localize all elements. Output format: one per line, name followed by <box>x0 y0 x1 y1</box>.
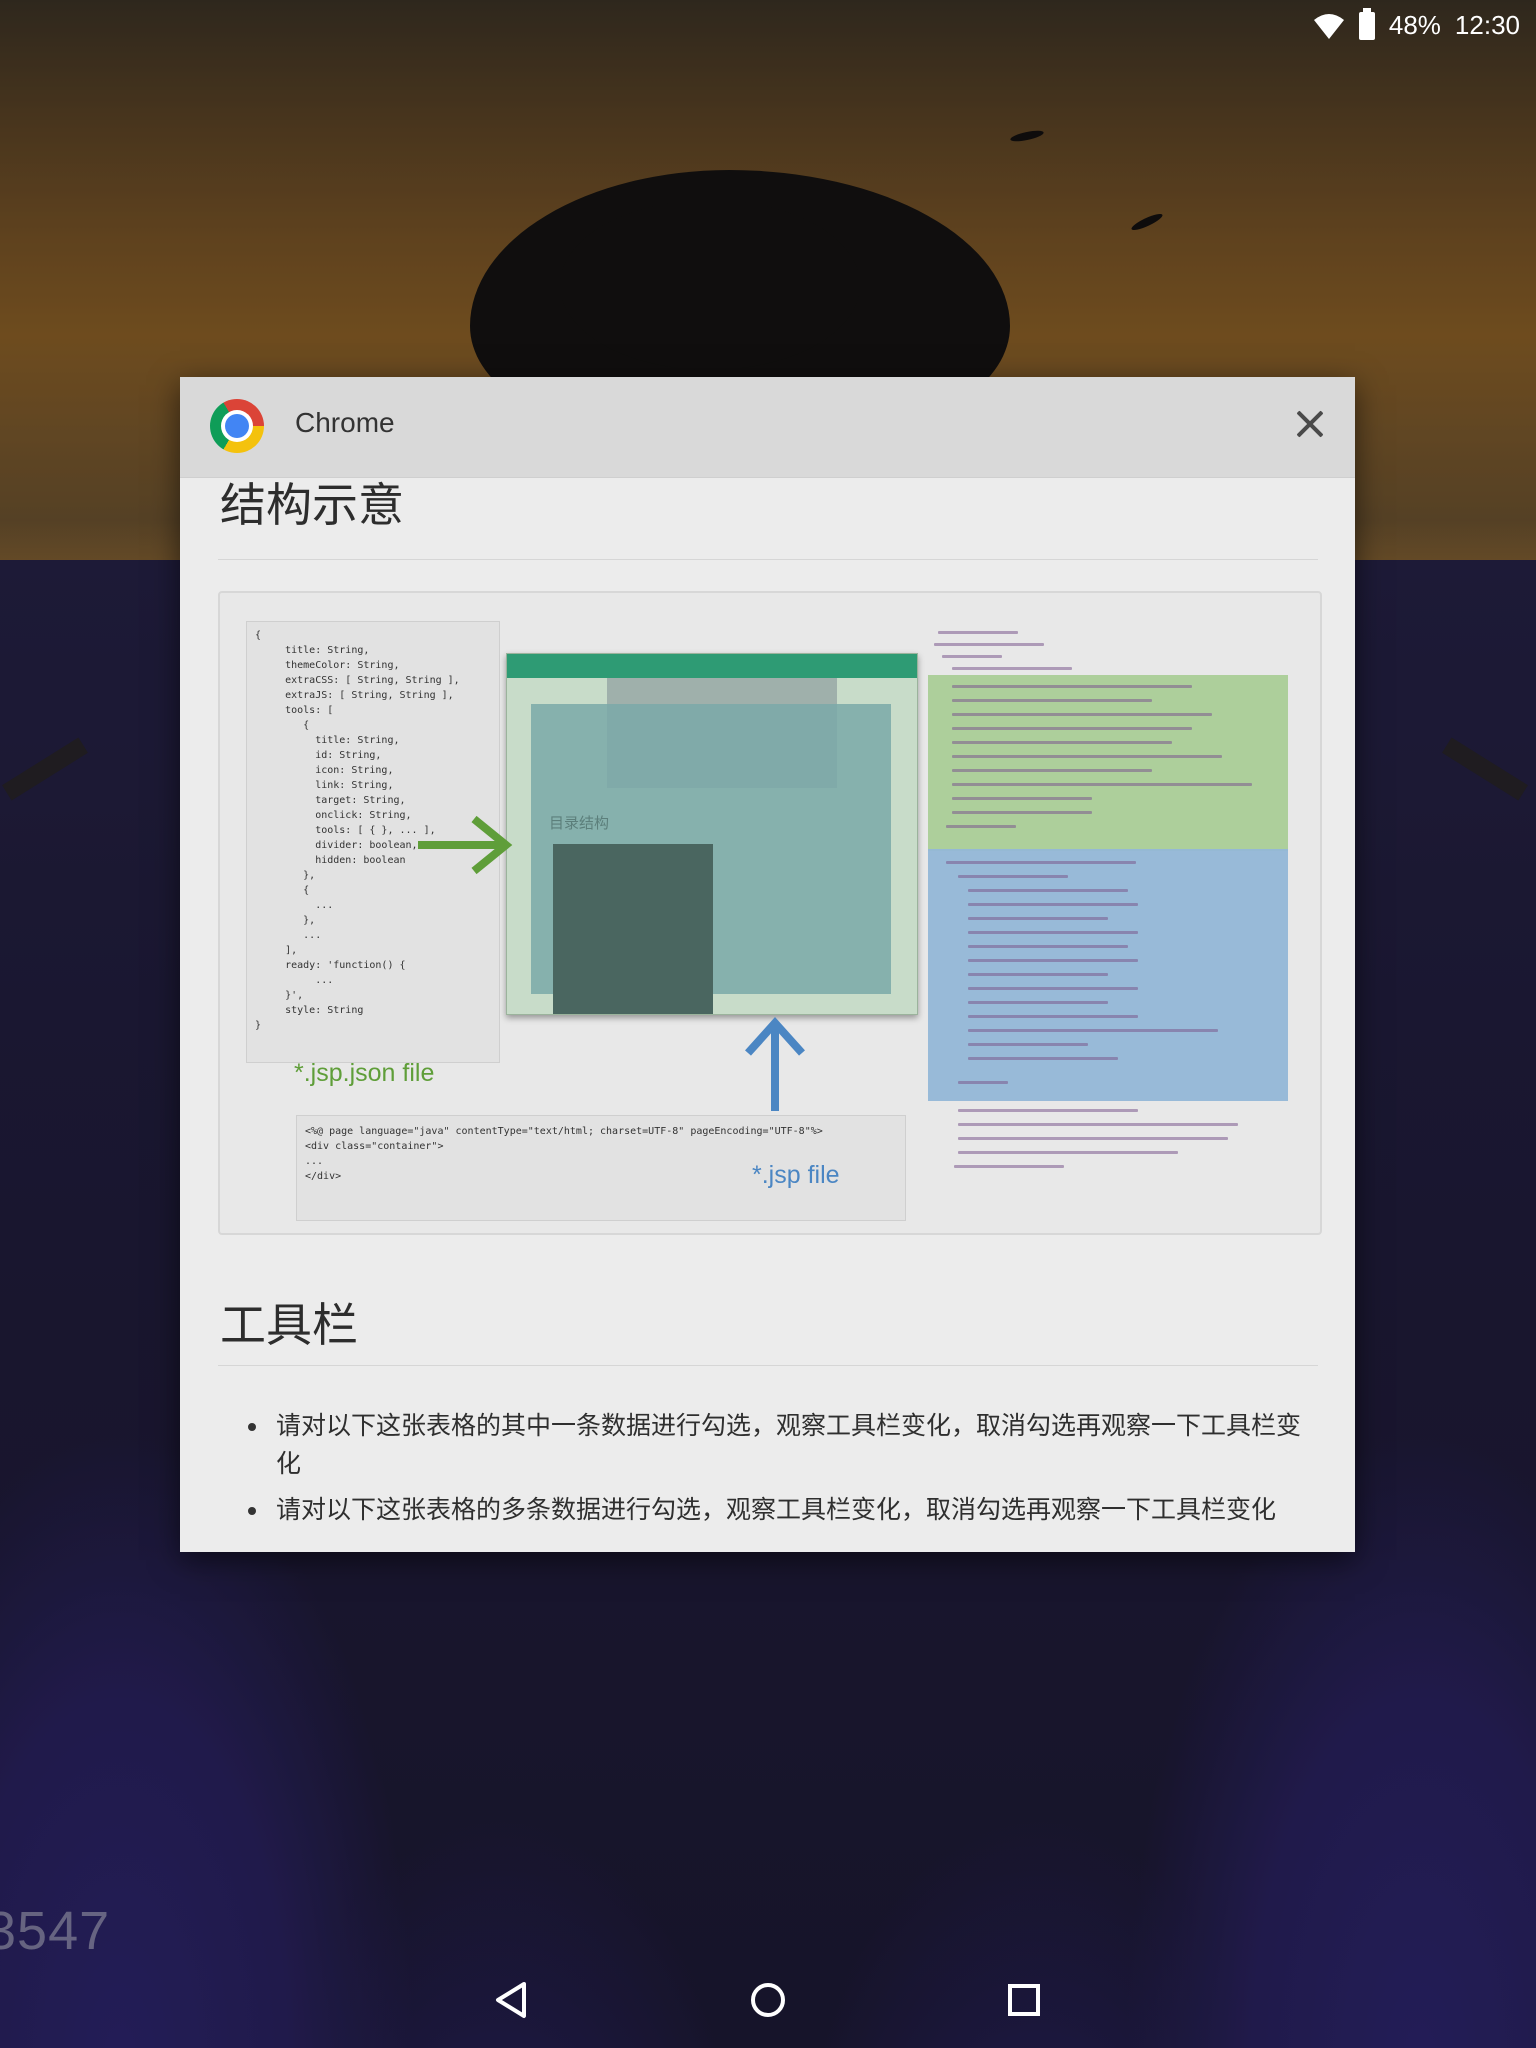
home-icon[interactable] <box>744 1976 792 2024</box>
status-bar: 48% 12:30 <box>0 0 1536 52</box>
divider <box>218 559 1318 560</box>
dom-line <box>934 643 1044 646</box>
app-header: Chrome <box>180 377 1355 478</box>
dom-tree-view <box>928 621 1298 1181</box>
dom-line <box>952 769 1152 772</box>
dom-line <box>952 741 1172 744</box>
dom-line <box>968 1043 1088 1046</box>
close-icon[interactable] <box>1293 407 1327 441</box>
dom-line <box>952 727 1192 730</box>
arrow-right-icon <box>418 815 513 875</box>
json-file-label: *.jsp.json file <box>294 1059 435 1087</box>
dom-line <box>968 973 1108 976</box>
screenshot-tree <box>553 844 713 1014</box>
dom-line <box>968 987 1138 990</box>
arrow-up-icon <box>745 1017 805 1111</box>
dom-line <box>952 699 1152 702</box>
page-screenshot: 目录结构 <box>506 653 918 1015</box>
dom-line <box>946 825 1016 828</box>
jsp-file-label: *.jsp file <box>752 1161 840 1189</box>
web-content[interactable]: 结构示意 { title: String, themeColor: String… <box>180 477 1355 1552</box>
dom-line <box>958 1137 1228 1140</box>
recents-icon[interactable] <box>1000 1976 1048 2024</box>
dom-line <box>952 685 1192 688</box>
dom-line <box>968 959 1138 962</box>
dom-line <box>968 903 1138 906</box>
app-title: Chrome <box>295 407 395 438</box>
structure-diagram: { title: String, themeColor: String, ext… <box>218 591 1322 1235</box>
dom-line <box>952 713 1212 716</box>
dom-line <box>942 655 1002 658</box>
dom-line <box>946 861 1136 864</box>
dom-line <box>968 1001 1108 1004</box>
chrome-app-window[interactable]: Chrome 结构示意 { title: String, themeColor:… <box>180 377 1355 1552</box>
chrome-logo-icon <box>210 399 264 453</box>
dom-line <box>968 1057 1118 1060</box>
dom-line <box>952 667 1072 670</box>
section-title-structure: 结构示意 <box>220 478 404 532</box>
dom-line <box>958 1123 1238 1126</box>
navigation-bar <box>0 1952 1536 2048</box>
screenshot-header-bar <box>507 654 917 678</box>
section-title-toolbar: 工具栏 <box>220 1298 358 1352</box>
dom-line <box>952 783 1252 786</box>
clock: 12:30 <box>1454 10 1520 40</box>
dom-line <box>958 1109 1138 1112</box>
dom-line <box>958 875 1068 878</box>
dom-line <box>968 931 1138 934</box>
list-item: 请对以下这张表格的多条数据进行勾选，观察工具栏变化，取消勾选再观察一下工具栏变化 <box>220 1491 1320 1529</box>
battery-percent: 48% <box>1388 10 1441 40</box>
dom-line <box>952 811 1092 814</box>
screenshot-heading: 目录结构 <box>549 814 610 832</box>
dom-line <box>938 631 1018 634</box>
dom-line <box>958 1081 1008 1084</box>
dom-line <box>968 917 1108 920</box>
dom-line <box>952 797 1092 800</box>
dom-line <box>954 1165 1064 1168</box>
dom-line <box>968 1029 1218 1032</box>
dom-line <box>958 1151 1178 1154</box>
dom-line <box>952 755 1222 758</box>
battery-icon <box>1358 7 1375 40</box>
dom-line <box>968 945 1128 948</box>
dom-line <box>968 889 1128 892</box>
dom-line <box>968 1015 1138 1018</box>
back-icon[interactable] <box>488 1976 536 2024</box>
divider <box>218 1365 1318 1366</box>
instruction-list: 请对以下这张表格的其中一条数据进行勾选，观察工具栏变化，取消勾选再观察一下工具栏… <box>220 1407 1320 1537</box>
wifi-icon <box>1313 13 1344 39</box>
list-item: 请对以下这张表格的其中一条数据进行勾选，观察工具栏变化，取消勾选再观察一下工具栏… <box>220 1407 1320 1483</box>
